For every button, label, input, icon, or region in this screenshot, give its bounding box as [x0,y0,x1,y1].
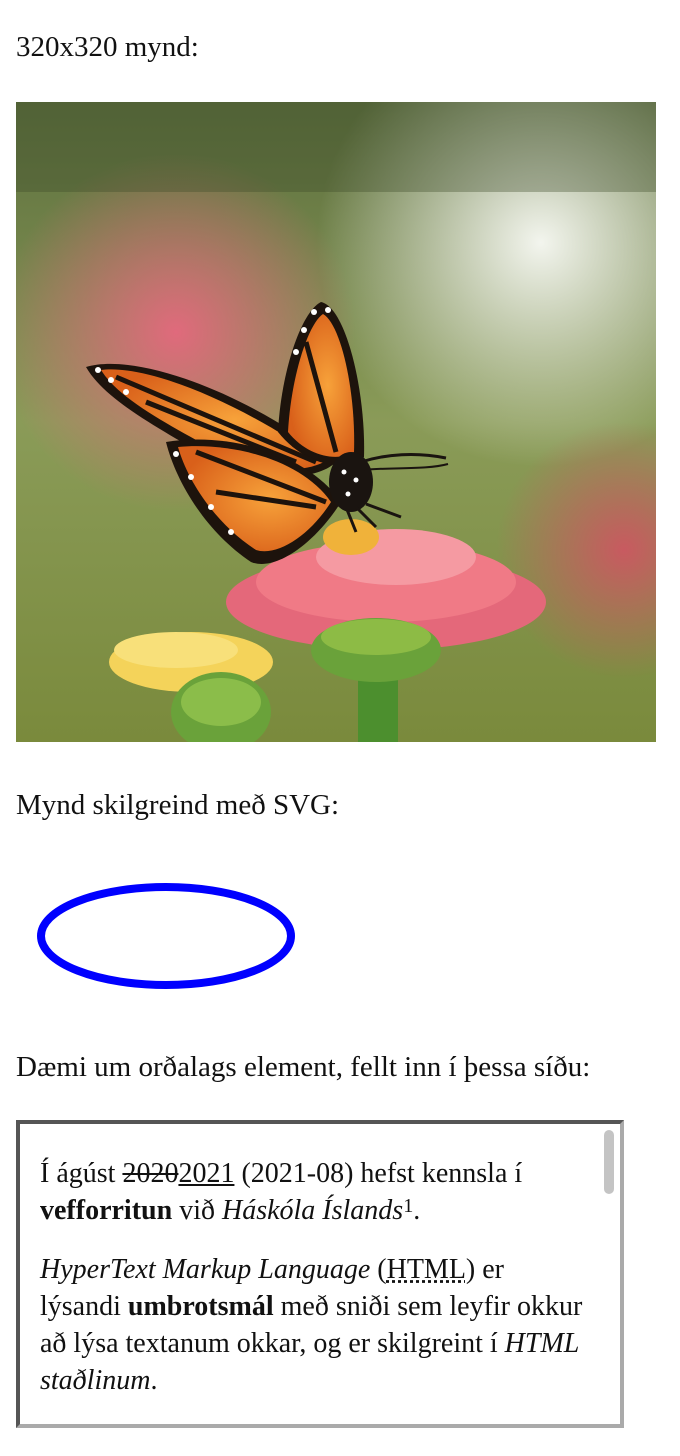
embedded-content: Í ágúst 20202021 (2021-08) hefst kennsla… [40,1124,588,1400]
inline-caption: Dæmi um orðalags element, fellt inn í þe… [16,1051,591,1083]
paragraph-1: Í ágúst 20202021 (2021-08) hefst kennsla… [40,1156,588,1230]
text: við [172,1194,222,1226]
abbreviation: HTML [386,1253,466,1285]
image-caption: 320x320 mynd: [16,31,199,63]
deleted-year: 2020 [122,1158,179,1189]
svg-figure [16,866,316,1006]
emphasis-text: Háskóla Íslands [221,1194,404,1226]
emphasis-text: HyperText Markup Language [40,1253,371,1285]
butterfly-flower-image [16,102,656,742]
blue-ellipse [37,883,295,989]
text: Í ágúst [40,1158,123,1189]
butterfly-photo [16,102,656,742]
strong-text: vefforritun [40,1194,173,1226]
footnote-marker: 1 [403,1194,414,1217]
text: . [150,1364,158,1396]
text: . [413,1194,421,1226]
strong-text: umbrotsmál [127,1290,274,1322]
text: ( [370,1253,387,1285]
inserted-year: 2021 [178,1158,235,1189]
embedded-frame[interactable]: Í ágúst 20202021 (2021-08) hefst kennsla… [16,1120,624,1428]
scrollbar-thumb[interactable] [604,1130,614,1194]
paragraph-2: HyperText Markup Language (HTML) er lýsa… [40,1252,588,1400]
text: (2021-08) hefst kennsla í [234,1158,523,1189]
svg-caption: Mynd skilgreind með SVG: [16,789,340,821]
